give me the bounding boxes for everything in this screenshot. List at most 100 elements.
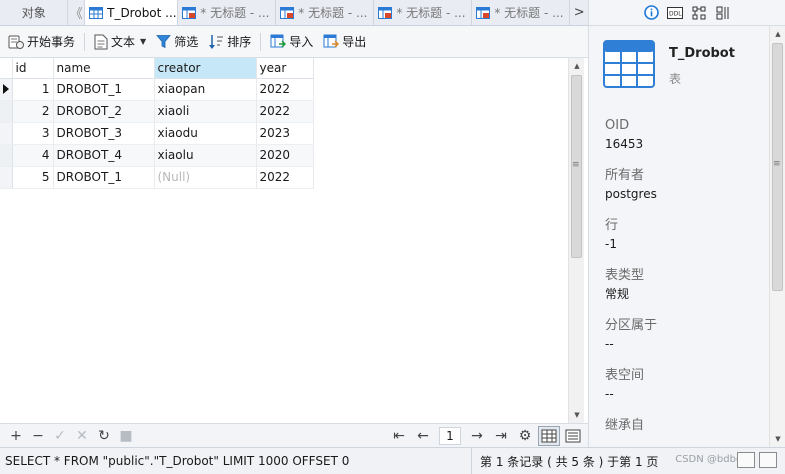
data-grid: id name creator year 1 DROBOT_1 xiaopan … — [0, 58, 568, 423]
tab-objects[interactable]: 对象 — [0, 0, 69, 25]
add-record-icon[interactable]: + — [5, 426, 27, 446]
toolbar-divider — [260, 32, 262, 51]
cell-creator[interactable]: xiaopan — [154, 78, 257, 101]
status-bar: SELECT * FROM "public"."T_Drobot" LIMIT … — [0, 447, 785, 474]
property-owner: 所有者 postgres — [605, 166, 755, 203]
cell-creator[interactable]: xiaolu — [154, 144, 257, 167]
scroll-up-icon[interactable]: ▲ — [770, 26, 785, 42]
tab-untitled-3[interactable]: * 无标题 - ... — [374, 0, 473, 25]
property-value: -1 — [605, 237, 617, 251]
cell-name[interactable]: DROBOT_4 — [53, 144, 155, 167]
apply-changes-icon[interactable]: ✓ — [49, 426, 71, 446]
status-record-info: 第 1 条记录 ( 共 5 条 ) 于第 1 页 — [480, 454, 659, 469]
sort-button[interactable]: 排序 — [204, 31, 255, 52]
data-table: id name creator year 1 DROBOT_1 xiaopan … — [0, 58, 314, 189]
tab-untitled-1[interactable]: * 无标题 - ... — [178, 0, 277, 25]
table-row[interactable]: 1 DROBOT_1 xiaopan 2022 — [0, 78, 314, 101]
tab-label: * 无标题 - ... — [396, 6, 466, 20]
scroll-up-icon[interactable]: ▲ — [569, 58, 585, 74]
row-indicator[interactable] — [0, 166, 13, 189]
sort-label: 排序 — [227, 35, 252, 49]
structure-icon[interactable] — [691, 5, 707, 21]
delete-record-icon[interactable]: − — [27, 426, 49, 446]
tab-t-drobot[interactable]: T_Drobot ... — [84, 0, 179, 25]
column-header-year[interactable]: year — [256, 58, 314, 79]
import-label: 导入 — [289, 35, 314, 49]
tab-label: * 无标题 - ... — [200, 6, 270, 20]
gear-icon[interactable]: ⚙ — [514, 426, 536, 446]
column-header-creator[interactable]: creator — [154, 58, 257, 79]
grid-nav-bar: + − ✓ ✕ ↻ ■ ⇤ ← 1 → ⇥ ⚙ — [0, 423, 588, 447]
tab-untitled-4[interactable]: * 无标题 - ... — [472, 0, 571, 25]
cell-creator-null[interactable]: (Null) — [154, 166, 257, 189]
cell-name[interactable]: DROBOT_1 — [53, 78, 155, 101]
property-value: 16453 — [605, 137, 644, 151]
begin-transaction-button[interactable]: 开始事务 — [4, 31, 79, 52]
property-tablespace: 表空间 -- — [605, 366, 755, 403]
first-page-icon[interactable]: ⇤ — [388, 426, 410, 446]
info-panel-scrollbar[interactable]: ▲ ≡ ▼ — [769, 26, 785, 447]
scroll-down-icon[interactable]: ▼ — [569, 407, 585, 423]
tab-untitled-2[interactable]: * 无标题 - ... — [276, 0, 375, 25]
row-indicator[interactable] — [0, 78, 13, 101]
row-indicator[interactable] — [0, 100, 13, 123]
filter-icon — [156, 35, 172, 49]
form-view-button[interactable] — [562, 426, 584, 446]
table-row[interactable]: 3 DROBOT_3 xiaodu 2023 — [0, 122, 314, 145]
filter-button[interactable]: 筛选 — [152, 31, 202, 52]
column-header-name[interactable]: name — [53, 58, 155, 79]
table-row[interactable]: 4 DROBOT_4 xiaolu 2020 — [0, 144, 314, 167]
import-button[interactable]: 导入 — [266, 31, 317, 52]
property-value: 常规 — [605, 287, 630, 301]
export-button[interactable]: 导出 — [319, 31, 370, 52]
cell-creator[interactable]: xiaodu — [154, 122, 257, 145]
row-indicator[interactable] — [0, 122, 13, 145]
split-view-icon[interactable] — [715, 5, 731, 21]
cell-year[interactable]: 2022 — [256, 166, 314, 189]
cell-name[interactable]: DROBOT_3 — [53, 122, 155, 145]
info-icon[interactable] — [643, 5, 659, 21]
text-view-label: 文本 — [111, 35, 136, 49]
layout-icon[interactable] — [759, 452, 777, 468]
tab-scroll-left-button[interactable]: 《 — [68, 0, 84, 25]
discard-changes-icon[interactable]: ✕ — [71, 426, 93, 446]
export-icon — [323, 34, 340, 48]
query-icon — [476, 6, 491, 19]
transaction-icon — [8, 35, 24, 49]
cell-year[interactable]: 2022 — [256, 78, 314, 101]
cell-year[interactable]: 2022 — [256, 100, 314, 123]
grid-vertical-scrollbar[interactable]: ▲ ≡ ▼ — [568, 58, 584, 423]
cell-id[interactable]: 2 — [12, 100, 54, 123]
next-page-icon[interactable]: → — [466, 426, 488, 446]
layout-icon[interactable] — [737, 452, 755, 468]
cell-creator[interactable]: xiaoli — [154, 100, 257, 123]
row-indicator[interactable] — [0, 144, 13, 167]
grip-icon: ≡ — [773, 159, 781, 169]
refresh-icon[interactable]: ↻ — [93, 426, 115, 446]
stop-icon[interactable]: ■ — [115, 426, 137, 446]
import-icon — [270, 34, 287, 48]
cell-id[interactable]: 3 — [12, 122, 54, 145]
last-page-icon[interactable]: ⇥ — [490, 426, 512, 446]
svg-text:DDL: DDL — [669, 10, 682, 17]
page-number-field[interactable]: 1 — [439, 427, 461, 445]
tab-scroll-right-button[interactable]: > — [570, 0, 588, 25]
row-header-corner — [0, 58, 13, 79]
prev-page-icon[interactable]: ← — [412, 426, 434, 446]
cell-year[interactable]: 2020 — [256, 144, 314, 167]
text-view-button[interactable]: 文本 ▼ — [90, 31, 150, 52]
cell-id[interactable]: 1 — [12, 78, 54, 101]
cell-name[interactable]: DROBOT_2 — [53, 100, 155, 123]
scroll-down-icon[interactable]: ▼ — [770, 431, 785, 447]
cell-id[interactable]: 4 — [12, 144, 54, 167]
query-icon — [378, 6, 393, 19]
table-row[interactable]: 5 DROBOT_1 (Null) 2022 — [0, 166, 314, 189]
grid-view-button[interactable] — [538, 426, 560, 446]
property-value: postgres — [605, 187, 657, 201]
column-header-id[interactable]: id — [12, 58, 54, 79]
cell-name[interactable]: DROBOT_1 — [53, 166, 155, 189]
cell-id[interactable]: 5 — [12, 166, 54, 189]
table-row[interactable]: 2 DROBOT_2 xiaoli 2022 — [0, 100, 314, 123]
ddl-icon[interactable]: DDL — [667, 5, 683, 21]
cell-year[interactable]: 2023 — [256, 122, 314, 145]
